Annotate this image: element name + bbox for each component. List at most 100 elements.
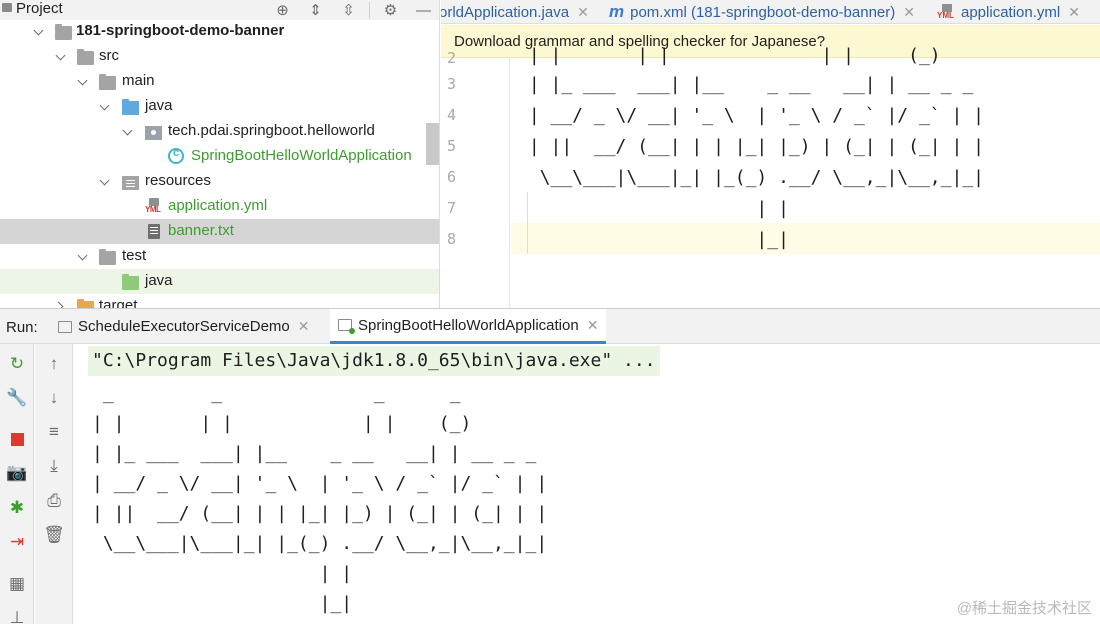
tab-springboot-app[interactable]: SpringBootHelloWorldApplication ✕ bbox=[330, 309, 607, 344]
module-folder-icon bbox=[55, 24, 72, 40]
gear-icon[interactable]: ⚙ bbox=[374, 0, 407, 20]
login-icon[interactable]: ⇥ bbox=[5, 530, 29, 554]
console-line: | __/ _ \/ __| '_ \ | '_ \ / _` |/ _` | … bbox=[92, 473, 548, 494]
layout-icon[interactable]: ▦ bbox=[5, 572, 29, 596]
close-icon[interactable]: ✕ bbox=[298, 318, 310, 335]
arrow-up-icon[interactable]: ↑ bbox=[42, 352, 66, 376]
project-folder-icon bbox=[2, 3, 12, 12]
stop-icon[interactable] bbox=[5, 427, 29, 451]
tree-item-label: src bbox=[99, 47, 119, 64]
toolbar-divider bbox=[369, 2, 370, 18]
tree-item-label: SpringBootHelloWorldApplication bbox=[191, 147, 412, 164]
code-line: | __/ _ \/ __| '_ \ | '_ \ / _` |/ _` | … bbox=[518, 105, 984, 126]
rerun-icon[interactable]: ↻ bbox=[5, 352, 29, 376]
console-output[interactable]: "C:\Program Files\Java\jdk1.8.0_65\bin\j… bbox=[74, 344, 1100, 624]
code-line: |_| bbox=[518, 229, 789, 250]
run-panel: Run: ScheduleExecutorServiceDemo ✕ Sprin… bbox=[0, 308, 1100, 624]
expand-all-icon[interactable]: ⇕ bbox=[299, 0, 332, 20]
chevron-right-icon[interactable] bbox=[55, 301, 65, 308]
run-config-icon bbox=[338, 319, 355, 334]
line-number: 4 bbox=[447, 106, 457, 124]
print-icon[interactable]: ⎙ bbox=[42, 489, 66, 513]
target-icon[interactable]: ⊕ bbox=[266, 0, 299, 20]
chevron-down-icon[interactable] bbox=[99, 101, 109, 111]
tree-scrollbar[interactable] bbox=[426, 123, 439, 165]
scroll-to-end-icon[interactable]: ⤓ bbox=[42, 454, 66, 478]
chevron-down-icon[interactable] bbox=[55, 51, 65, 61]
tree-item-package[interactable]: tech.pdai.springboot.helloworld bbox=[0, 119, 439, 144]
tree-item-label: java bbox=[145, 272, 173, 289]
code-line: | |_ ___ ___| |__ _ __ __| | __ _ _ bbox=[518, 74, 974, 95]
close-icon[interactable]: ✕ bbox=[903, 4, 915, 21]
tab-application-yml[interactable]: YML application.yml ✕ bbox=[937, 0, 1080, 24]
tree-item-java[interactable]: java bbox=[0, 94, 439, 119]
tree-item-class[interactable]: SpringBootHelloWorldApplication bbox=[0, 144, 439, 169]
project-panel-title[interactable]: Project bbox=[16, 0, 63, 20]
line-number: 3 bbox=[447, 75, 457, 93]
minimize-icon[interactable]: — bbox=[407, 0, 439, 20]
editor-tab-bar: orldApplication.java ✕ m pom.xml (181-sp… bbox=[441, 0, 1100, 24]
line-number: 7 bbox=[447, 199, 457, 217]
tree-item-label: banner.txt bbox=[168, 222, 234, 239]
tab-label: ScheduleExecutorServiceDemo bbox=[78, 318, 290, 335]
line-number: 6 bbox=[447, 168, 457, 186]
project-header-toolbar: ⊕ ⇕ ⇳ ⚙ — bbox=[266, 0, 439, 20]
close-icon[interactable]: ✕ bbox=[577, 4, 589, 21]
chevron-down-icon[interactable] bbox=[77, 76, 87, 86]
tree-item-test[interactable]: test bbox=[0, 244, 439, 269]
tab-label: application.yml bbox=[961, 3, 1061, 21]
class-icon bbox=[168, 147, 184, 164]
resources-folder-icon bbox=[122, 176, 139, 190]
tab-pom-xml[interactable]: m pom.xml (181-springboot-demo-banner) ✕ bbox=[609, 0, 915, 24]
package-icon bbox=[145, 126, 162, 140]
code-editor[interactable]: | | | | | | (_) | |_ ___ ___| |__ _ __ _… bbox=[511, 45, 1100, 308]
tree-item-label: java bbox=[145, 97, 173, 114]
code-line: \__\___|\___|_| |_(_) .__/ \__,_|\__,_|_… bbox=[518, 167, 984, 188]
source-folder-icon bbox=[122, 99, 139, 115]
excluded-folder-icon bbox=[77, 299, 94, 308]
tree-item-resources[interactable]: resources bbox=[0, 169, 439, 194]
tab-label: SpringBootHelloWorldApplication bbox=[358, 316, 579, 334]
tree-item-src[interactable]: src bbox=[0, 44, 439, 69]
trash-icon[interactable]: 🗑 bbox=[42, 523, 66, 547]
project-panel: Project ⊕ ⇕ ⇳ ⚙ — 181-springboot-demo-ba… bbox=[0, 0, 440, 308]
tab-label: orldApplication.java bbox=[441, 3, 570, 21]
camera-icon[interactable]: 📷 bbox=[5, 461, 29, 485]
tree-item-target[interactable]: target bbox=[0, 294, 439, 308]
soft-wrap-icon[interactable]: ≡ bbox=[42, 420, 66, 444]
run-label: Run: bbox=[6, 319, 38, 336]
tree-item-label: 181-springboot-demo-banner bbox=[76, 22, 285, 39]
debug-bug-icon[interactable]: ✱ bbox=[5, 496, 29, 520]
folder-icon bbox=[99, 249, 116, 265]
tab-application-java[interactable]: orldApplication.java ✕ bbox=[441, 0, 589, 24]
chevron-down-icon[interactable] bbox=[99, 176, 109, 186]
maven-icon: m bbox=[609, 2, 625, 21]
tree-item-application-yml[interactable]: YML application.yml bbox=[0, 194, 439, 219]
tree-item-label: application.yml bbox=[168, 197, 268, 214]
chevron-down-icon[interactable] bbox=[33, 26, 43, 36]
close-icon[interactable]: ✕ bbox=[587, 317, 599, 334]
chevron-down-icon[interactable] bbox=[122, 126, 132, 136]
folder-icon bbox=[77, 49, 94, 65]
tree-item-banner-txt[interactable]: banner.txt bbox=[0, 219, 439, 244]
tree-item-label: main bbox=[122, 72, 155, 89]
tree-item-main[interactable]: main bbox=[0, 69, 439, 94]
chevron-down-icon[interactable] bbox=[77, 251, 87, 261]
command-line[interactable]: "C:\Program Files\Java\jdk1.8.0_65\bin\j… bbox=[88, 346, 660, 376]
line-number: 2 bbox=[447, 49, 457, 67]
console-line: | || __/ (__| | | |_| |_) | (_| | (_| | … bbox=[92, 503, 548, 524]
tab-schedule-executor[interactable]: ScheduleExecutorServiceDemo ✕ bbox=[58, 309, 310, 344]
wrench-icon[interactable]: 🔧 bbox=[5, 386, 29, 410]
tree-item-label: target bbox=[99, 297, 138, 308]
yml-file-icon: YML bbox=[937, 4, 957, 20]
close-icon[interactable]: ✕ bbox=[1068, 4, 1080, 21]
arrow-down-icon[interactable]: ↓ bbox=[42, 386, 66, 410]
tree-item-label: tech.pdai.springboot.helloworld bbox=[168, 122, 375, 139]
tree-item-module[interactable]: 181-springboot-demo-banner bbox=[0, 19, 439, 44]
console-line: |_| bbox=[92, 593, 353, 614]
tree-item-label: resources bbox=[145, 172, 211, 189]
pin-icon[interactable]: ⊥ bbox=[5, 606, 29, 624]
collapse-all-icon[interactable]: ⇳ bbox=[332, 0, 365, 20]
project-panel-header: Project ⊕ ⇕ ⇳ ⚙ — bbox=[0, 0, 439, 20]
tree-item-test-java[interactable]: java bbox=[0, 269, 439, 294]
